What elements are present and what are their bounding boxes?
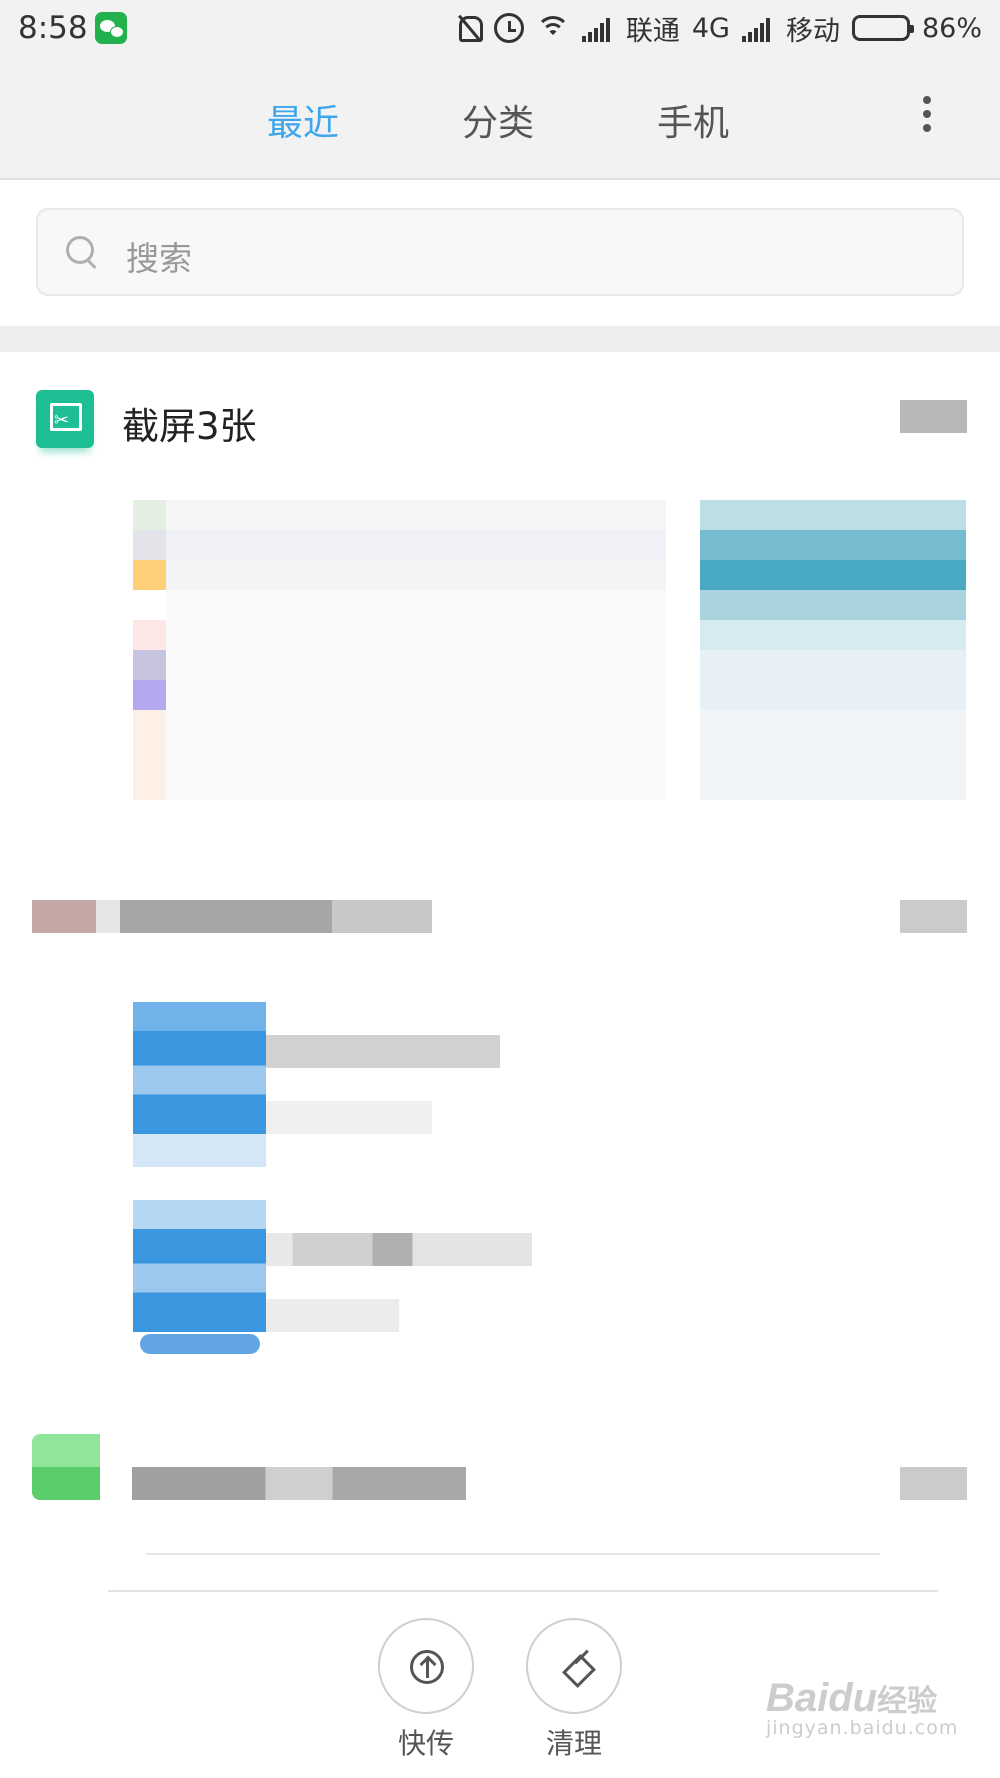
mute-bell-icon [456, 13, 483, 43]
row-divider [146, 1553, 880, 1555]
watermark-url: jingyan.baidu.com [766, 1717, 959, 1739]
status-bar: 8:58 联通 4G 移动 86% [0, 0, 1000, 58]
list-item[interactable] [32, 1434, 967, 1500]
brush-icon [557, 1648, 595, 1686]
tab-category[interactable]: 分类 [462, 94, 534, 146]
carrier-2: 移动 [785, 15, 840, 47]
battery-percent: 86% [921, 12, 982, 44]
upload-icon [410, 1650, 444, 1684]
watermark-logo: Baidu [766, 1676, 878, 1720]
signal-icon [741, 14, 774, 42]
thumbnail-doc-2[interactable] [100, 1200, 540, 1365]
thumbnail-screenshot-1[interactable] [100, 500, 966, 800]
clean-label: 清理 [545, 1727, 602, 1760]
thumbnail-doc-1[interactable] [100, 1002, 500, 1167]
tab-recent[interactable]: 最近 [267, 94, 339, 146]
section-divider [0, 326, 1000, 352]
watermark-cn: 经验 [877, 1684, 938, 1719]
screenshot-icon [36, 390, 94, 448]
signal-icon [581, 14, 614, 42]
alarm-icon [493, 13, 524, 43]
group-title: 截屏3张 [122, 405, 257, 448]
tab-phone[interactable]: 手机 [657, 94, 729, 146]
wifi-icon [535, 14, 570, 42]
search-input[interactable]: 搜索 [36, 208, 964, 296]
tab-bar: 最近 分类 手机 [0, 58, 1000, 180]
status-right: 联通 4G 移动 86% [456, 8, 982, 48]
quick-share-button[interactable] [378, 1618, 474, 1714]
more-menu-icon[interactable] [916, 92, 938, 140]
carrier-1: 联通 [625, 15, 680, 47]
search-placeholder: 搜索 [126, 239, 192, 278]
status-time: 8:58 [18, 10, 88, 46]
list-item[interactable] [32, 900, 967, 933]
search-icon [66, 236, 98, 268]
battery-icon [851, 15, 914, 41]
network-type: 4G [691, 12, 730, 44]
watermark: Baidu经验 jingyan.baidu.com [766, 1676, 976, 1739]
clean-button[interactable] [526, 1618, 622, 1714]
group-action-button[interactable] [900, 400, 967, 433]
quick-share-label: 快传 [397, 1727, 454, 1760]
wechat-icon [95, 12, 127, 44]
